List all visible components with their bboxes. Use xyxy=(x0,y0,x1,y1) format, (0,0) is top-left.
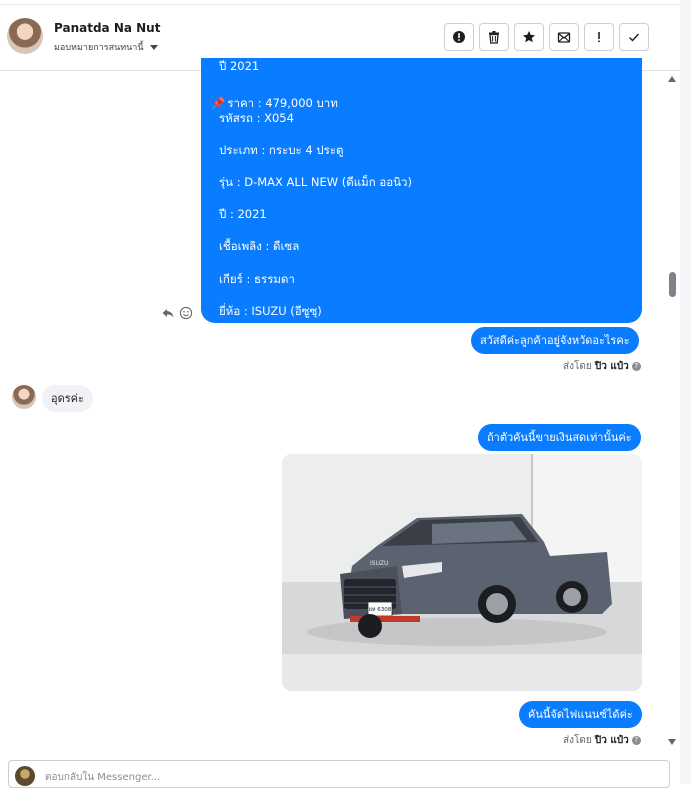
mark-unread-icon xyxy=(557,32,571,43)
scrollbar-thumb[interactable] xyxy=(669,272,676,297)
outgoing-message[interactable]: คันนี้จัดไฟแนนซ์ได้ค่ะ xyxy=(519,701,642,728)
done-check-icon xyxy=(629,33,640,42)
listing-fuel: เชื้อเพลิง : ดีเซล xyxy=(219,239,300,253)
contact-avatar[interactable] xyxy=(7,18,43,54)
scroll-down-arrow-icon[interactable] xyxy=(668,739,676,745)
sent-by-prefix: ส่งโดย xyxy=(563,735,592,746)
contact-avatar-small xyxy=(12,385,36,409)
important-icon xyxy=(598,32,600,43)
report-spam-button[interactable] xyxy=(444,23,474,51)
listing-brand: ยี่ห้อ : ISUZU (อีซูซุ) xyxy=(219,304,322,318)
sent-by-label: ส่งโดย ปิว แป๋ว? xyxy=(563,733,641,748)
mark-done-button[interactable] xyxy=(619,23,649,51)
message-tools xyxy=(161,306,193,320)
sent-by-prefix: ส่งโดย xyxy=(563,361,592,372)
caret-down-icon xyxy=(149,45,158,50)
outgoing-message[interactable]: สวัสดีค่ะลูกค้าอยู่จังหวัดอะไรคะ xyxy=(471,327,639,354)
incoming-message[interactable]: อุดรค่ะ xyxy=(42,385,93,412)
outgoing-message[interactable]: ถ้าตัวคันนี้ขายเงินสดเท่านั้นค่ะ xyxy=(478,424,641,451)
listing-model: รุ่น : D-MAX ALL NEW (ดีแม็ก ออนิว) xyxy=(219,175,412,189)
pickup-truck-image: ยห 6308 ISUZU xyxy=(282,454,642,691)
assign-conversation-dropdown[interactable]: มอบหมายการสนทนานี้ xyxy=(54,40,158,54)
listing-code: รหัสรถ : X054 xyxy=(219,111,294,125)
trash-icon xyxy=(489,31,499,44)
emoji-react-icon[interactable] xyxy=(179,306,193,320)
brand-badge: ISUZU xyxy=(370,560,388,567)
listing-partial-line: ปี 2021 xyxy=(219,59,260,73)
reply-icon[interactable] xyxy=(161,306,175,320)
help-icon[interactable]: ? xyxy=(631,735,641,745)
help-icon[interactable]: ? xyxy=(631,361,641,371)
pushpin-icon: 📌 xyxy=(211,96,226,110)
listing-type: ประเภท : กระบะ 4 ประตู xyxy=(219,143,344,157)
delete-button[interactable] xyxy=(479,23,509,51)
sent-by-name: ปิว แป๋ว xyxy=(594,361,629,372)
contact-name[interactable]: Panatda Na Nut xyxy=(54,21,160,35)
listing-year: ปี : 2021 xyxy=(219,207,267,221)
car-photo[interactable]: ยห 6308 ISUZU xyxy=(282,454,642,691)
scroll-up-arrow-icon[interactable] xyxy=(668,76,676,82)
listing-price-text: ราคา : 479,000 บาท xyxy=(227,96,338,110)
license-plate: ยห 6308 xyxy=(369,607,392,613)
listing-message-bubble: ปี 2021 📌 ราคา : 479,000 บาท รหัสรถ : X05… xyxy=(201,58,642,323)
window-right-edge xyxy=(680,0,691,784)
assign-label: มอบหมายการสนทนานี้ xyxy=(54,43,144,53)
conversation-actions xyxy=(444,23,649,51)
star-icon xyxy=(523,31,535,43)
star-button[interactable] xyxy=(514,23,544,51)
sent-by-label: ส่งโดย ปิว แป๋ว? xyxy=(563,359,641,374)
sent-by-name: ปิว แป๋ว xyxy=(594,735,629,746)
mark-unread-button[interactable] xyxy=(549,23,579,51)
important-button[interactable] xyxy=(584,23,614,51)
page-avatar xyxy=(15,766,35,786)
reply-input-placeholder: ตอบกลับใน Messenger... xyxy=(45,772,161,783)
report-spam-icon xyxy=(453,31,465,43)
listing-gear: เกียร์ : ธรรมดา xyxy=(219,272,295,286)
